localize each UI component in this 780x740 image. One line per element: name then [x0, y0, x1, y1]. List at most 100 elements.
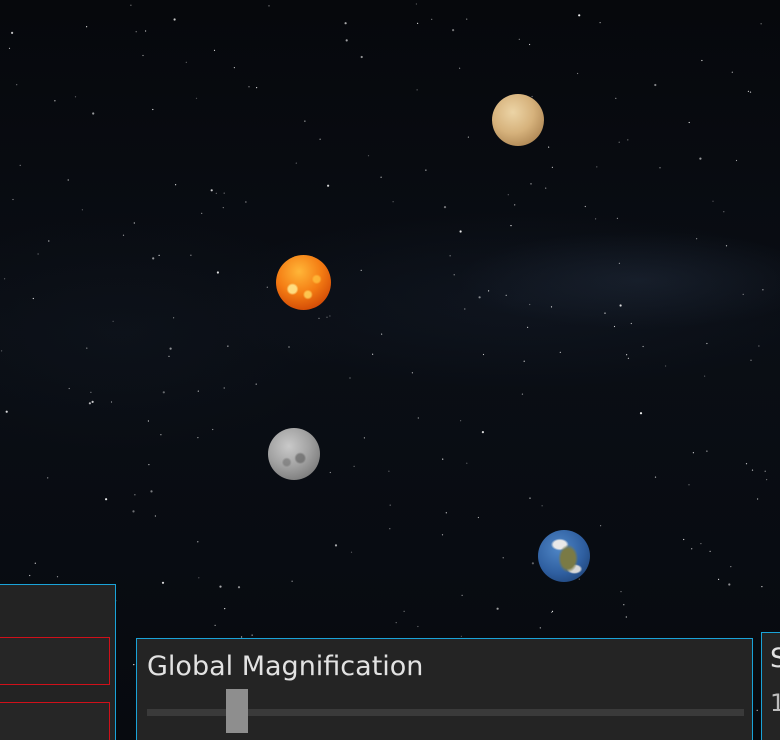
- star: [488, 290, 490, 292]
- star: [360, 55, 363, 59]
- star: [255, 383, 257, 385]
- star: [551, 611, 553, 614]
- star: [288, 346, 290, 348]
- star: [415, 3, 417, 5]
- star: [460, 420, 462, 422]
- star: [227, 345, 229, 347]
- global-magnification-panel: Global Magnification: [136, 638, 753, 740]
- star: [268, 5, 270, 7]
- star: [761, 586, 763, 588]
- star: [539, 627, 541, 629]
- star: [237, 586, 241, 589]
- star: [417, 625, 419, 628]
- space-viewport[interactable]: Global Magnification S 1: [0, 0, 780, 740]
- star: [467, 136, 469, 138]
- star: [8, 47, 11, 50]
- star: [223, 192, 225, 194]
- star: [219, 585, 222, 588]
- star: [459, 67, 461, 69]
- star: [442, 458, 444, 460]
- star: [750, 359, 752, 361]
- star: [718, 578, 720, 581]
- star: [701, 59, 703, 62]
- star: [295, 162, 297, 164]
- star: [749, 91, 752, 93]
- star: [625, 616, 627, 618]
- left-input-field-1[interactable]: [0, 637, 110, 685]
- star: [197, 390, 199, 392]
- star: [659, 167, 661, 169]
- star: [388, 470, 390, 472]
- star: [441, 534, 444, 536]
- star: [599, 22, 601, 24]
- star: [74, 96, 77, 98]
- star: [197, 437, 199, 439]
- star: [731, 71, 733, 73]
- star: [604, 312, 606, 314]
- venus-planet-icon[interactable]: [492, 94, 544, 146]
- star: [67, 179, 69, 181]
- star: [578, 578, 580, 580]
- star: [34, 562, 36, 564]
- star: [449, 255, 451, 257]
- star: [466, 18, 468, 20]
- star: [460, 635, 462, 637]
- star: [416, 89, 418, 91]
- star: [464, 308, 466, 310]
- star: [86, 347, 88, 349]
- star: [105, 498, 108, 501]
- star: [367, 155, 370, 157]
- star: [627, 357, 630, 359]
- star: [256, 87, 258, 89]
- star: [32, 297, 34, 300]
- star: [154, 515, 156, 517]
- star: [291, 580, 293, 582]
- star: [618, 262, 621, 264]
- star: [425, 169, 427, 171]
- star: [92, 112, 95, 115]
- star: [706, 342, 708, 345]
- left-input-field-2[interactable]: [0, 702, 110, 740]
- star: [613, 325, 616, 328]
- star: [764, 470, 766, 472]
- star: [210, 189, 213, 192]
- right-panel-label: S: [770, 643, 780, 674]
- star: [372, 353, 374, 355]
- star: [478, 296, 481, 299]
- star: [725, 245, 728, 247]
- star: [692, 452, 695, 454]
- earth-planet-icon[interactable]: [538, 530, 590, 582]
- star: [201, 212, 203, 214]
- star: [619, 304, 622, 307]
- star: [162, 391, 165, 394]
- star: [344, 22, 347, 25]
- global-magnification-slider-thumb[interactable]: [225, 689, 248, 733]
- star: [459, 230, 462, 233]
- star: [389, 504, 391, 506]
- star: [461, 594, 463, 597]
- star: [349, 377, 351, 379]
- star: [37, 253, 39, 255]
- star: [29, 574, 31, 577]
- star: [360, 269, 362, 271]
- star: [453, 274, 455, 276]
- star: [56, 576, 59, 578]
- star: [551, 610, 554, 613]
- star: [175, 184, 177, 186]
- star: [529, 43, 531, 46]
- star: [327, 184, 330, 187]
- star: [389, 528, 391, 530]
- star: [712, 200, 714, 202]
- right-panel-value: 1: [770, 689, 780, 717]
- star: [417, 22, 419, 24]
- star: [54, 100, 56, 102]
- sun-icon[interactable]: [276, 255, 331, 310]
- star: [173, 317, 175, 319]
- star: [88, 402, 91, 405]
- star: [496, 607, 499, 610]
- mercury-planet-icon[interactable]: [268, 428, 320, 480]
- star: [521, 393, 524, 395]
- star: [688, 484, 690, 486]
- star: [699, 157, 702, 160]
- star: [161, 581, 165, 584]
